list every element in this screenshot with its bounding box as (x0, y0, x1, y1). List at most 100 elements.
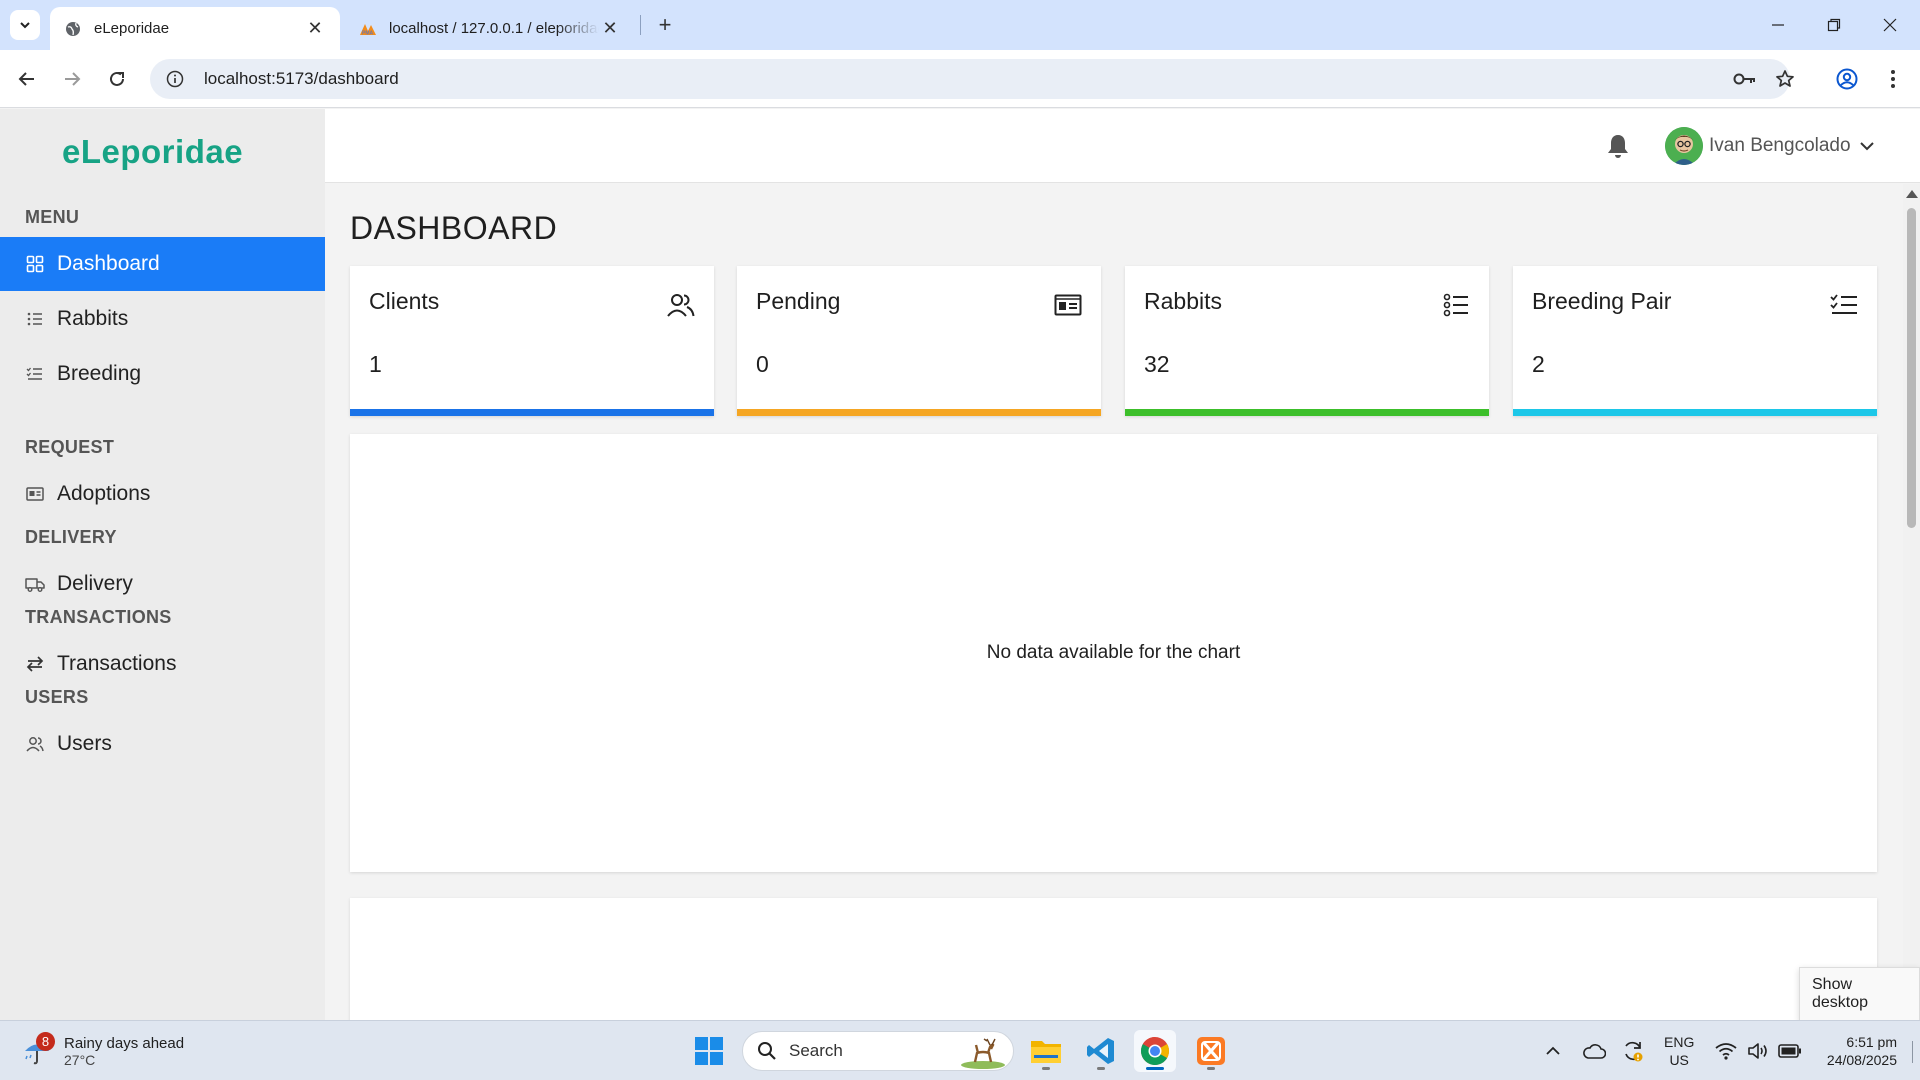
show-desktop-tooltip: Show desktop (1799, 967, 1920, 1021)
sidebar-item-label: Adoptions (57, 482, 151, 505)
sync-icon[interactable] (1618, 1035, 1648, 1067)
onedrive-cloud-icon[interactable] (1580, 1035, 1608, 1067)
taskbar-search[interactable]: Search (742, 1031, 1014, 1071)
close-icon[interactable]: ✕ (599, 18, 621, 40)
reload-button[interactable] (100, 62, 134, 96)
reload-icon (110, 71, 124, 86)
deer-highlight-icon (961, 1038, 1005, 1069)
search-icon (758, 1042, 776, 1060)
user-menu[interactable]: Ivan Bengcolado (1665, 127, 1875, 165)
card-title: Breeding Pair (1532, 288, 1672, 314)
forward-button[interactable] (55, 62, 89, 96)
truck-icon (25, 574, 45, 594)
input-language[interactable]: ENG US (1664, 1033, 1694, 1069)
tab-eleporidae[interactable]: eLeporidae ✕ (50, 7, 340, 50)
taskbar-chrome[interactable] (1134, 1030, 1176, 1072)
chart-empty-message: No data available for the chart (986, 642, 1241, 663)
browser-menu-icon[interactable] (1876, 62, 1910, 96)
running-indicator (1207, 1067, 1215, 1070)
running-indicator (1097, 1067, 1105, 1070)
sidebar: eLeporidae MENU Dashboard Rabbits Breedi… (0, 109, 325, 1020)
restore-icon (1827, 18, 1841, 32)
volume-icon[interactable] (1744, 1035, 1772, 1067)
sidebar-item-delivery[interactable]: Delivery (0, 557, 325, 611)
taskbar-clock[interactable]: 6:51 pm 24/08/2025 (1815, 1033, 1897, 1069)
clock-time: 6:51 pm (1846, 1034, 1897, 1050)
wifi-icon[interactable] (1712, 1035, 1740, 1067)
restore-button[interactable] (1806, 0, 1862, 50)
tray-overflow-chevron-icon[interactable] (1540, 1035, 1566, 1067)
chrome-icon (1141, 1037, 1169, 1065)
page-title: DASHBOARD (350, 210, 558, 246)
main-content: DASHBOARD Clients 1 Pending 0 Rabbits 32… (325, 184, 1903, 1020)
section-request: REQUEST (25, 437, 115, 457)
close-window-button[interactable] (1862, 0, 1918, 50)
start-button[interactable] (688, 1030, 730, 1072)
sidebar-item-transactions[interactable]: Transactions (0, 637, 325, 691)
checklist-icon (25, 364, 45, 384)
windows-logo-icon (695, 1037, 723, 1065)
globe-icon (64, 20, 82, 38)
language-code: ENG (1664, 1034, 1695, 1050)
close-icon (1883, 18, 1897, 32)
app-header: Ivan Bengcolado (325, 109, 1920, 183)
password-key-icon[interactable] (1728, 62, 1762, 96)
browser-toolbar: localhost:5173/dashboard (0, 50, 1920, 108)
tab-search-button[interactable] (10, 10, 40, 40)
stat-card-clients: Clients 1 (350, 266, 714, 416)
svg-text:PMA: PMA (362, 30, 374, 36)
profile-icon[interactable] (1830, 62, 1864, 96)
weather-widget[interactable]: 8 Rainy days ahead 27°C (22, 1031, 184, 1071)
bookmark-star-icon[interactable] (1768, 62, 1802, 96)
card-accent-bar (1125, 409, 1489, 416)
taskbar-xampp[interactable] (1190, 1030, 1232, 1072)
users-icon (25, 734, 45, 754)
card-accent-bar (1513, 409, 1877, 416)
sidebar-item-label: Transactions (57, 652, 177, 675)
page-scrollbar[interactable] (1903, 184, 1920, 1020)
list-icon (1441, 290, 1471, 320)
taskbar-file-explorer[interactable] (1025, 1030, 1067, 1072)
card-title: Pending (756, 288, 841, 314)
phpmyadmin-icon: PMA (359, 20, 377, 38)
card-accent-bar (737, 409, 1101, 416)
card-title: Clients (369, 288, 440, 314)
stat-card-rabbits: Rabbits 32 (1125, 266, 1489, 416)
secondary-panel (350, 898, 1877, 1020)
section-menu: MENU (25, 207, 80, 227)
weather-temp: 27°C (64, 1051, 96, 1068)
tab-phpmyadmin[interactable]: PMA localhost / 127.0.0.1 / eleporidae ✕ (345, 7, 635, 50)
sidebar-item-label: Delivery (57, 572, 133, 595)
scrollbar-thumb[interactable] (1907, 208, 1916, 528)
address-bar[interactable]: localhost:5173/dashboard (150, 59, 1790, 99)
site-info-icon[interactable] (164, 68, 186, 90)
running-indicator (1042, 1067, 1050, 1070)
back-button[interactable] (10, 62, 44, 96)
show-desktop-button[interactable] (1912, 1041, 1913, 1063)
browser-tab-bar: eLeporidae ✕ PMA localhost / 127.0.0.1 /… (0, 0, 1920, 50)
chart-panel: No data available for the chart (350, 434, 1877, 872)
umbrella-icon: 8 (22, 1032, 55, 1066)
stat-card-pending: Pending 0 (737, 266, 1101, 416)
app-logo[interactable]: eLeporidae (62, 133, 243, 171)
sidebar-item-dashboard[interactable]: Dashboard (0, 237, 325, 291)
card-accent-bar (350, 409, 714, 416)
sidebar-item-breeding[interactable]: Breeding (0, 347, 325, 401)
sidebar-item-adoptions[interactable]: Adoptions (0, 467, 325, 521)
battery-icon[interactable] (1776, 1035, 1804, 1067)
minimize-button[interactable] (1750, 0, 1806, 50)
taskbar-vscode[interactable] (1080, 1030, 1122, 1072)
checklist-icon (1829, 290, 1859, 320)
close-icon[interactable]: ✕ (304, 18, 326, 40)
user-name: Ivan Bengcolado (1709, 135, 1851, 156)
new-tab-button[interactable]: + (650, 10, 680, 40)
url-text: localhost:5173/dashboard (204, 69, 399, 88)
scroll-up-arrow[interactable] (1906, 190, 1918, 198)
card-value: 2 (1532, 351, 1545, 377)
sidebar-item-rabbits[interactable]: Rabbits (0, 292, 325, 346)
notification-bell-icon[interactable] (1603, 131, 1633, 161)
sidebar-item-users[interactable]: Users (0, 717, 325, 771)
avatar (1665, 127, 1703, 165)
card-value: 32 (1144, 351, 1170, 377)
active-indicator (1146, 1067, 1164, 1070)
